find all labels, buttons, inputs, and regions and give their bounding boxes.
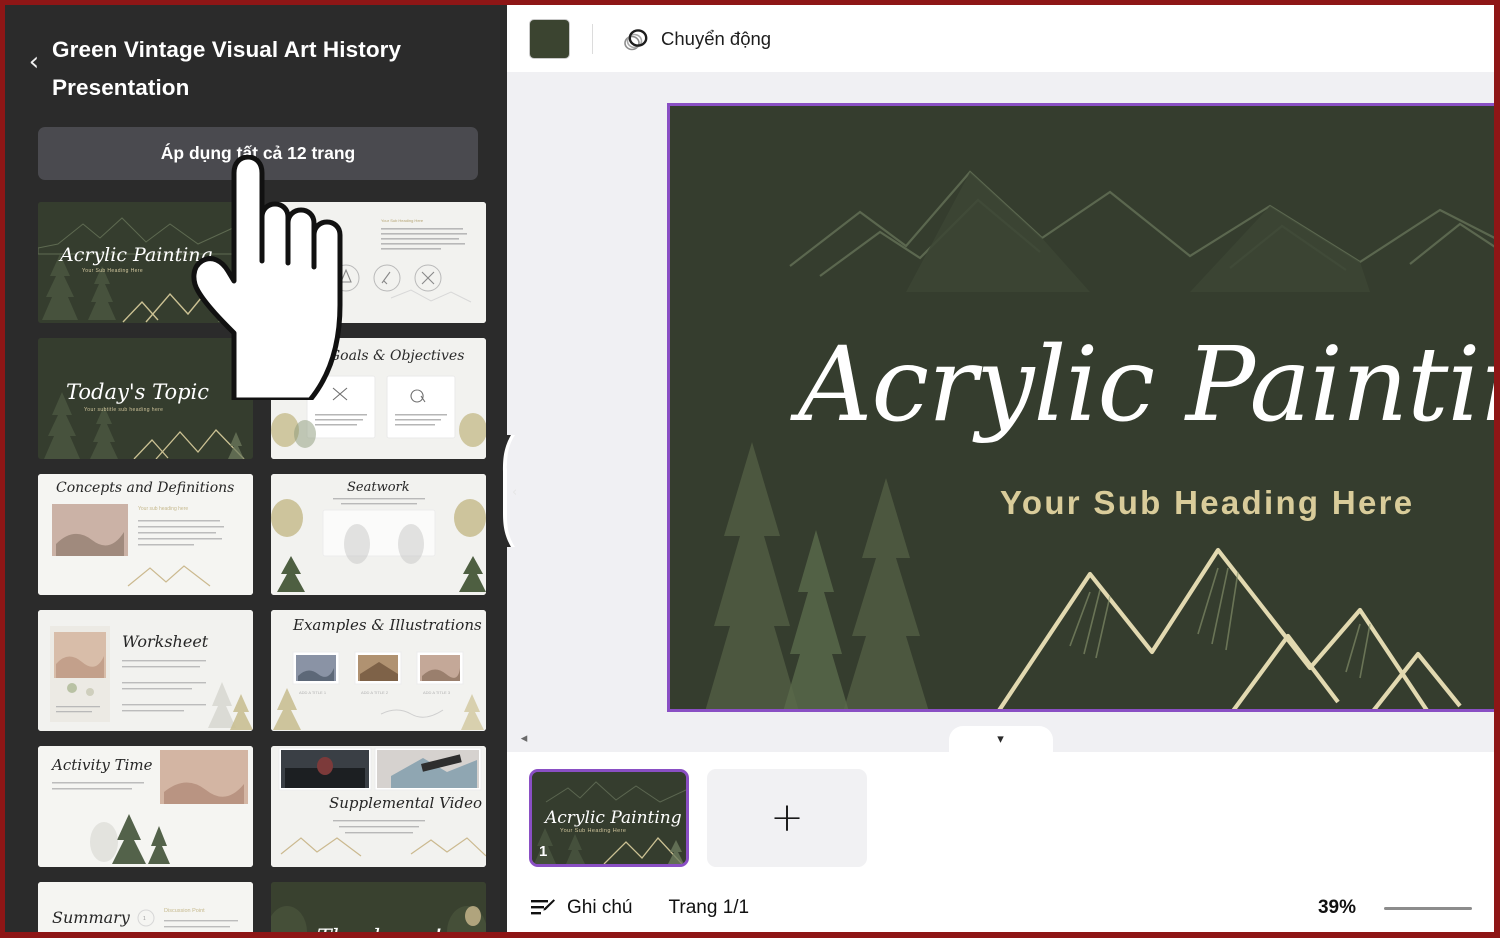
page-thumb-title: Acrylic Painting [545, 808, 682, 828]
thumb-title: Goals & Objectives [329, 348, 465, 364]
thumb-title: Supplemental Video [329, 794, 482, 812]
template-sidebar: ‹ Green Vintage Visual Art History Prese… [5, 5, 507, 932]
canvas-footer-strip: ◂ ▾ [507, 724, 1494, 752]
thumb-title: Summary [52, 908, 130, 927]
status-bar: Ghi chú Trang 1/1 39% [507, 884, 1494, 932]
back-chevron-left-icon[interactable]: ‹ [19, 47, 49, 77]
slide-canvas[interactable]: Acrylic Painting Your Sub Heading Here [670, 106, 1494, 709]
page-thumbnail-1[interactable]: Acrylic Painting Your Sub Heading Here 1 [529, 769, 689, 867]
thumb-art [271, 882, 486, 932]
template-thumbnail[interactable]: Thank you! [271, 882, 486, 932]
thumb-title: Acrylic Painting [60, 244, 213, 266]
template-thumbnail[interactable]: Acrylic Painting Your Sub Heading Here [38, 202, 253, 323]
template-thumbnail[interactable]: Goals & Objectives [271, 338, 486, 459]
thumb-title: Today's Topic [66, 380, 210, 404]
thumb-title: Examples & Illustrations [293, 616, 482, 634]
svg-text:ADD A TITLE 1: ADD A TITLE 1 [299, 690, 327, 695]
thumb-title: Activity Time [52, 756, 153, 774]
animation-button[interactable]: Chuyển động [613, 17, 781, 61]
zoom-slider[interactable] [1384, 906, 1472, 910]
page-thumbnail-strip: Acrylic Painting Your Sub Heading Here 1… [507, 752, 1494, 884]
svg-text:ADD A TITLE 3: ADD A TITLE 3 [423, 690, 451, 695]
thumb-title: Seatwork [347, 480, 410, 495]
template-thumbnail[interactable]: Supplemental Video [271, 746, 486, 867]
toolbar-divider [592, 23, 593, 54]
panel-toggle-chevron-down-icon[interactable]: ▾ [948, 726, 1053, 752]
thumb-title: Concepts and Definitions [56, 480, 235, 496]
thumb-art [38, 610, 253, 731]
thumb-title: Thank you! [317, 926, 442, 932]
template-thumbnail[interactable]: Seatwork [271, 474, 486, 595]
notes-pencil-icon [531, 898, 555, 914]
selected-slide-frame[interactable]: Acrylic Painting Your Sub Heading Here [667, 103, 1494, 712]
thumb-title: Worksheet [122, 632, 209, 651]
slide-title[interactable]: Acrylic Painting [798, 334, 1494, 437]
thumb-subtitle: Your Sub Heading Here [82, 268, 144, 274]
svg-text:Your sub heading here: Your sub heading here [138, 506, 188, 512]
canvas-area: Acrylic Painting Your Sub Heading Here ◂… [507, 72, 1494, 752]
template-thumbnail[interactable]: ADD A TITLE 1 ADD A TITLE 2 ADD A TITLE … [271, 610, 486, 731]
editor-toolbar: Chuyển động [507, 5, 1494, 72]
notes-label: Ghi chú [567, 897, 633, 918]
template-thumbnail[interactable]: Your Sub Heading Here [271, 202, 486, 323]
svg-text:Discussion Point: Discussion Point [164, 908, 205, 914]
template-thumbnail[interactable]: Worksheet [38, 610, 253, 731]
plus-icon: + [770, 795, 804, 841]
panel-title: Green Vintage Visual Art History Present… [52, 37, 402, 100]
thumb-art: Your Sub Heading Here [271, 202, 486, 323]
thumb-subtitle: Your subtitle sub heading here [84, 407, 164, 413]
notes-button[interactable]: Ghi chú [531, 891, 632, 925]
apply-all-pages-button[interactable]: Áp dụng tất cả 12 trang [38, 127, 478, 180]
template-thumbnail[interactable]: Activity Time [38, 746, 253, 867]
canvas-scroll-left-chevron-left-icon[interactable]: ◂ [513, 724, 535, 752]
svg-text:ADD A TITLE 2: ADD A TITLE 2 [361, 690, 389, 695]
template-thumbnail-grid: Acrylic Painting Your Sub Heading Here Y… [5, 202, 507, 932]
template-thumbnail[interactable]: 1 2 Discussion Point Discussion Point [38, 882, 253, 932]
svg-text:1: 1 [143, 916, 146, 922]
editor-main: Chuyển động Acrylic Painti Your Sub Head… [507, 5, 1494, 932]
page-number-badge: 1 [539, 843, 548, 860]
sidebar-header: ‹ Green Vintage Visual Art History Prese… [5, 5, 507, 107]
app-window: ‹ Green Vintage Visual Art History Prese… [5, 5, 1494, 932]
animation-icon [624, 28, 648, 50]
slide-subtitle[interactable]: Your Sub Heading Here [1000, 484, 1414, 522]
fill-color-swatch[interactable] [529, 18, 570, 59]
zoom-level-label[interactable]: 39% [1318, 897, 1356, 919]
page-indicator[interactable]: Trang 1/1 [668, 897, 749, 919]
screenshot-frame: ‹ Green Vintage Visual Art History Prese… [0, 0, 1500, 938]
add-page-button[interactable]: + [707, 769, 867, 867]
template-thumbnail[interactable]: Today's Topic Your subtitle sub heading … [38, 338, 253, 459]
animation-label: Chuyển động [661, 27, 772, 49]
svg-text:Your Sub Heading Here: Your Sub Heading Here [381, 218, 424, 223]
page-thumb-subtitle: Your Sub Heading Here [560, 828, 627, 834]
template-thumbnail[interactable]: Your sub heading here Concepts and Defin… [38, 474, 253, 595]
